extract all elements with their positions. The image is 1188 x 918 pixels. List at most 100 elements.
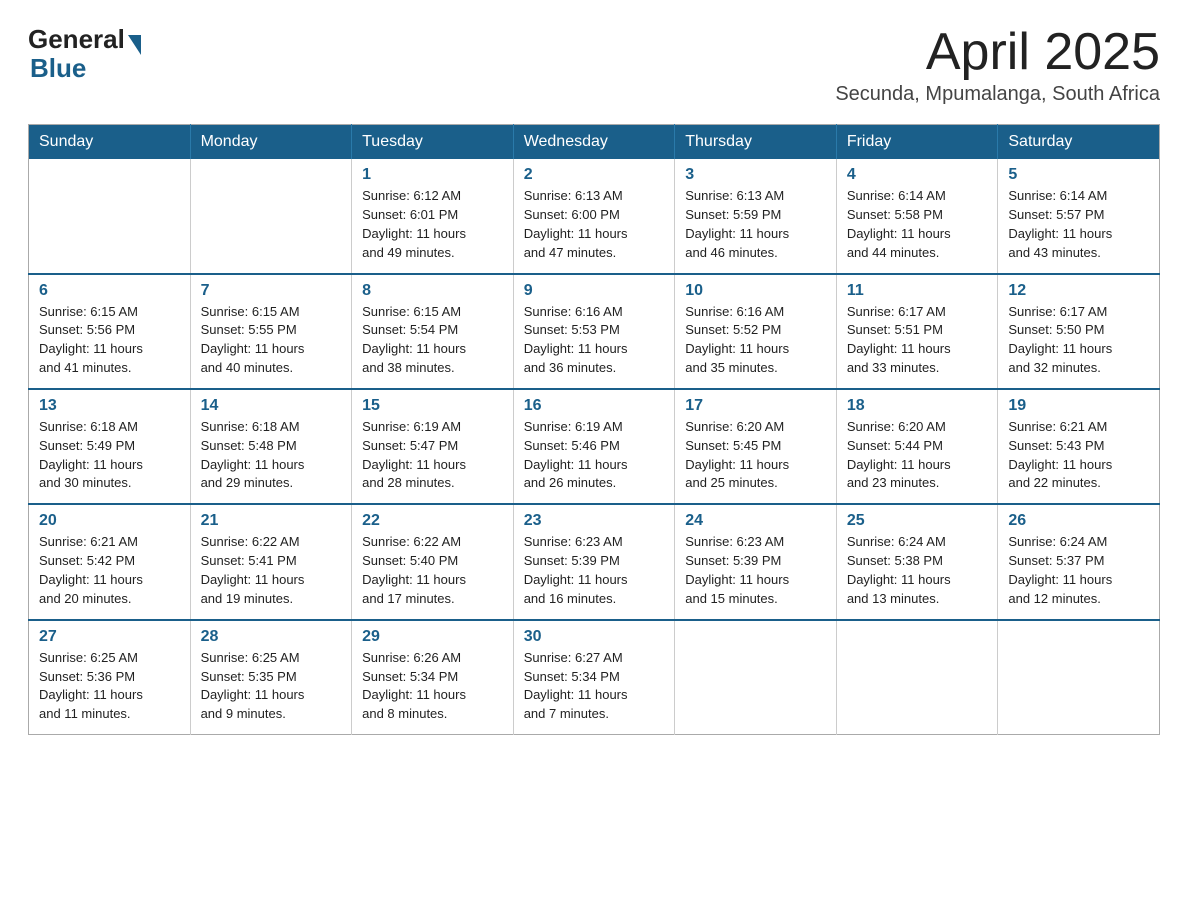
calendar-cell: 11 Sunrise: 6:17 AM Sunset: 5:51 PM Dayli… (836, 274, 998, 389)
day-info: Sunrise: 6:22 AM Sunset: 5:40 PM Dayligh… (362, 533, 503, 608)
day-info: Sunrise: 6:21 AM Sunset: 5:43 PM Dayligh… (1008, 418, 1149, 493)
calendar-cell: 13Sunrise: 6:18 AM Sunset: 5:49 PM Dayli… (29, 389, 191, 504)
day-info: Sunrise: 6:23 AM Sunset: 5:39 PM Dayligh… (524, 533, 665, 608)
day-number: 26 (1008, 512, 1149, 530)
calendar-cell: 19Sunrise: 6:21 AM Sunset: 5:43 PM Dayli… (998, 389, 1160, 504)
day-info: Sunrise: 6:19 AM Sunset: 5:47 PM Dayligh… (362, 418, 503, 493)
day-number: 8 (362, 282, 503, 300)
day-info: Sunrise: 6:25 AM Sunset: 5:35 PM Dayligh… (201, 649, 342, 724)
day-of-week-header: Saturday (998, 125, 1160, 160)
calendar-cell: 6 Sunrise: 6:15 AM Sunset: 5:56 PM Daylig… (29, 274, 191, 389)
logo-general-text: General (28, 24, 125, 55)
day-info: Sunrise: 6:18 AM Sunset: 5:49 PM Dayligh… (39, 418, 180, 493)
title-block: April 2025 Secunda, Mpumalanga, South Af… (835, 24, 1160, 106)
day-number: 6 (39, 282, 180, 300)
day-number: 21 (201, 512, 342, 530)
calendar-cell: 21 Sunrise: 6:22 AM Sunset: 5:41 PM Dayli… (190, 504, 352, 619)
calendar-cell (675, 620, 837, 735)
day-info: Sunrise: 6:26 AM Sunset: 5:34 PM Dayligh… (362, 649, 503, 724)
day-number: 27 (39, 628, 180, 646)
day-number: 11 (847, 282, 988, 300)
calendar-cell (998, 620, 1160, 735)
day-number: 25 (847, 512, 988, 530)
day-number: 23 (524, 512, 665, 530)
calendar-cell: 2 Sunrise: 6:13 AM Sunset: 6:00 PM Daylig… (513, 159, 675, 273)
day-of-week-header: Sunday (29, 125, 191, 160)
calendar-cell: 1Sunrise: 6:12 AM Sunset: 6:01 PM Daylig… (352, 159, 514, 273)
calendar-week-row: 20Sunrise: 6:21 AM Sunset: 5:42 PM Dayli… (29, 504, 1160, 619)
calendar-cell (190, 159, 352, 273)
calendar-cell: 8 Sunrise: 6:15 AM Sunset: 5:54 PM Daylig… (352, 274, 514, 389)
day-number: 14 (201, 397, 342, 415)
day-info: Sunrise: 6:27 AM Sunset: 5:34 PM Dayligh… (524, 649, 665, 724)
day-number: 2 (524, 166, 665, 184)
calendar-week-row: 13Sunrise: 6:18 AM Sunset: 5:49 PM Dayli… (29, 389, 1160, 504)
calendar-cell: 25 Sunrise: 6:24 AM Sunset: 5:38 PM Dayli… (836, 504, 998, 619)
calendar-table: SundayMondayTuesdayWednesdayThursdayFrid… (28, 124, 1160, 735)
day-number: 29 (362, 628, 503, 646)
day-number: 4 (847, 166, 988, 184)
day-info: Sunrise: 6:20 AM Sunset: 5:44 PM Dayligh… (847, 418, 988, 493)
calendar-cell (836, 620, 998, 735)
calendar-cell: 12 Sunrise: 6:17 AM Sunset: 5:50 PM Dayli… (998, 274, 1160, 389)
day-info: Sunrise: 6:19 AM Sunset: 5:46 PM Dayligh… (524, 418, 665, 493)
day-number: 28 (201, 628, 342, 646)
day-info: Sunrise: 6:20 AM Sunset: 5:45 PM Dayligh… (685, 418, 826, 493)
day-info: Sunrise: 6:18 AM Sunset: 5:48 PM Dayligh… (201, 418, 342, 493)
calendar-week-row: 6 Sunrise: 6:15 AM Sunset: 5:56 PM Daylig… (29, 274, 1160, 389)
day-of-week-header: Thursday (675, 125, 837, 160)
day-number: 18 (847, 397, 988, 415)
calendar-cell: 5Sunrise: 6:14 AM Sunset: 5:57 PM Daylig… (998, 159, 1160, 273)
logo-blue-text: Blue (30, 53, 86, 84)
calendar-cell: 20Sunrise: 6:21 AM Sunset: 5:42 PM Dayli… (29, 504, 191, 619)
calendar-header-row: SundayMondayTuesdayWednesdayThursdayFrid… (29, 125, 1160, 160)
calendar-week-row: 1Sunrise: 6:12 AM Sunset: 6:01 PM Daylig… (29, 159, 1160, 273)
day-info: Sunrise: 6:21 AM Sunset: 5:42 PM Dayligh… (39, 533, 180, 608)
day-of-week-header: Tuesday (352, 125, 514, 160)
calendar-week-row: 27 Sunrise: 6:25 AM Sunset: 5:36 PM Dayli… (29, 620, 1160, 735)
day-info: Sunrise: 6:14 AM Sunset: 5:57 PM Dayligh… (1008, 187, 1149, 262)
day-info: Sunrise: 6:15 AM Sunset: 5:55 PM Dayligh… (201, 303, 342, 378)
calendar-cell: 24 Sunrise: 6:23 AM Sunset: 5:39 PM Dayli… (675, 504, 837, 619)
day-info: Sunrise: 6:24 AM Sunset: 5:38 PM Dayligh… (847, 533, 988, 608)
calendar-cell: 14 Sunrise: 6:18 AM Sunset: 5:48 PM Dayli… (190, 389, 352, 504)
day-number: 7 (201, 282, 342, 300)
day-number: 12 (1008, 282, 1149, 300)
day-info: Sunrise: 6:14 AM Sunset: 5:58 PM Dayligh… (847, 187, 988, 262)
calendar-cell: 17Sunrise: 6:20 AM Sunset: 5:45 PM Dayli… (675, 389, 837, 504)
day-number: 10 (685, 282, 826, 300)
calendar-cell: 30 Sunrise: 6:27 AM Sunset: 5:34 PM Dayli… (513, 620, 675, 735)
day-number: 16 (524, 397, 665, 415)
calendar-cell (29, 159, 191, 273)
day-of-week-header: Friday (836, 125, 998, 160)
day-info: Sunrise: 6:22 AM Sunset: 5:41 PM Dayligh… (201, 533, 342, 608)
day-of-week-header: Monday (190, 125, 352, 160)
calendar-location: Secunda, Mpumalanga, South Africa (835, 83, 1160, 106)
day-info: Sunrise: 6:16 AM Sunset: 5:52 PM Dayligh… (685, 303, 826, 378)
logo: General Blue (28, 24, 141, 84)
calendar-cell: 29 Sunrise: 6:26 AM Sunset: 5:34 PM Dayli… (352, 620, 514, 735)
day-info: Sunrise: 6:15 AM Sunset: 5:54 PM Dayligh… (362, 303, 503, 378)
day-info: Sunrise: 6:13 AM Sunset: 6:00 PM Dayligh… (524, 187, 665, 262)
calendar-cell: 27 Sunrise: 6:25 AM Sunset: 5:36 PM Dayli… (29, 620, 191, 735)
day-info: Sunrise: 6:24 AM Sunset: 5:37 PM Dayligh… (1008, 533, 1149, 608)
day-info: Sunrise: 6:15 AM Sunset: 5:56 PM Dayligh… (39, 303, 180, 378)
day-number: 30 (524, 628, 665, 646)
calendar-cell: 9Sunrise: 6:16 AM Sunset: 5:53 PM Daylig… (513, 274, 675, 389)
calendar-cell: 22Sunrise: 6:22 AM Sunset: 5:40 PM Dayli… (352, 504, 514, 619)
calendar-cell: 10 Sunrise: 6:16 AM Sunset: 5:52 PM Dayli… (675, 274, 837, 389)
calendar-cell: 28 Sunrise: 6:25 AM Sunset: 5:35 PM Dayli… (190, 620, 352, 735)
day-info: Sunrise: 6:25 AM Sunset: 5:36 PM Dayligh… (39, 649, 180, 724)
day-info: Sunrise: 6:23 AM Sunset: 5:39 PM Dayligh… (685, 533, 826, 608)
calendar-title: April 2025 (835, 24, 1160, 81)
calendar-cell: 23 Sunrise: 6:23 AM Sunset: 5:39 PM Dayli… (513, 504, 675, 619)
calendar-cell: 7 Sunrise: 6:15 AM Sunset: 5:55 PM Daylig… (190, 274, 352, 389)
day-number: 9 (524, 282, 665, 300)
page-header: General Blue April 2025 Secunda, Mpumala… (28, 24, 1160, 106)
day-number: 24 (685, 512, 826, 530)
day-info: Sunrise: 6:17 AM Sunset: 5:50 PM Dayligh… (1008, 303, 1149, 378)
calendar-cell: 26 Sunrise: 6:24 AM Sunset: 5:37 PM Dayli… (998, 504, 1160, 619)
day-info: Sunrise: 6:17 AM Sunset: 5:51 PM Dayligh… (847, 303, 988, 378)
calendar-cell: 16 Sunrise: 6:19 AM Sunset: 5:46 PM Dayli… (513, 389, 675, 504)
day-number: 1 (362, 166, 503, 184)
